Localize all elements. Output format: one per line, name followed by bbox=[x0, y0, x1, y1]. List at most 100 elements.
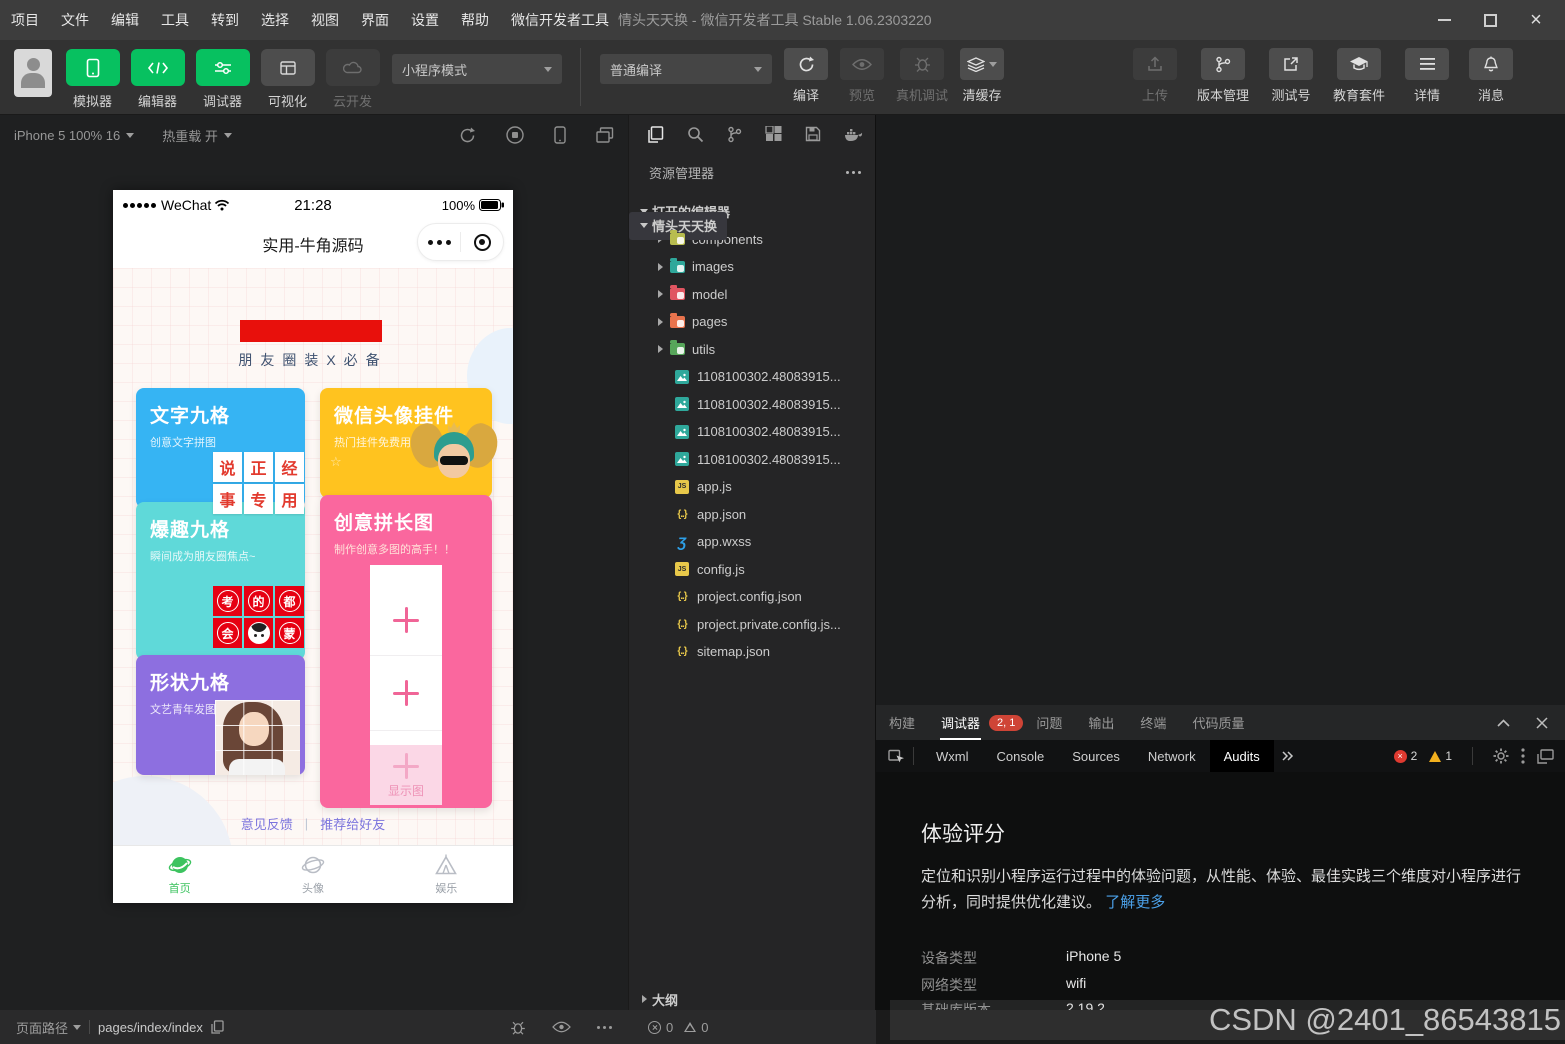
multi-window-icon[interactable] bbox=[596, 127, 614, 143]
minimize-button[interactable] bbox=[1421, 0, 1467, 40]
tree-file-config-js[interactable]: JSconfig.js bbox=[629, 556, 876, 584]
docker-icon[interactable] bbox=[844, 127, 863, 142]
plus-icon[interactable] bbox=[393, 680, 419, 706]
panel-tab-debugger[interactable]: 调试器 bbox=[928, 705, 993, 740]
tab-home[interactable]: 首页 bbox=[113, 846, 246, 903]
panel-tab-output[interactable]: 输出 bbox=[1075, 705, 1127, 740]
test-account-button[interactable]: 测试号 bbox=[1269, 48, 1313, 104]
tab-avatar[interactable]: 头像 bbox=[246, 846, 379, 903]
page-path: pages/index/index bbox=[98, 1020, 203, 1035]
collapse-icon[interactable] bbox=[1497, 719, 1510, 727]
devtools-tab-network[interactable]: Network bbox=[1134, 740, 1210, 772]
panel-tab-code-quality[interactable]: 代码质量 bbox=[1179, 705, 1257, 740]
page-path-dropdown[interactable]: 页面路径 bbox=[16, 1018, 81, 1037]
mode-select[interactable]: 小程序模式 bbox=[392, 54, 562, 84]
menu-item-project[interactable]: 项目 bbox=[0, 0, 50, 40]
menu-item-select[interactable]: 选择 bbox=[250, 0, 300, 40]
tree-image-file[interactable]: 1108100302.48083915... bbox=[629, 391, 876, 419]
menu-item-help[interactable]: 帮助 bbox=[450, 0, 500, 40]
tree-folder-images[interactable]: images bbox=[629, 253, 876, 281]
detail-button[interactable]: 详情 bbox=[1405, 48, 1449, 104]
tab-entertainment[interactable]: 娱乐 bbox=[380, 846, 513, 903]
tree-image-file[interactable]: 1108100302.48083915... bbox=[629, 418, 876, 446]
tree-file-app-wxss[interactable]: Ʒapp.wxss bbox=[629, 528, 876, 556]
visual-button[interactable]: 可视化 bbox=[259, 49, 316, 110]
compile-button[interactable]: 编译 bbox=[784, 48, 828, 104]
outline-section[interactable]: 大纲 bbox=[629, 987, 876, 1011]
tree-file-app-json[interactable]: {..}app.json bbox=[629, 501, 876, 529]
tree-file-project-private-config[interactable]: {..}project.private.config.js... bbox=[629, 611, 876, 639]
edu-suite-button[interactable]: 教育套件 bbox=[1333, 48, 1385, 104]
tree-folder-utils[interactable]: utils bbox=[629, 336, 876, 364]
tree-folder-pages[interactable]: pages bbox=[629, 308, 876, 336]
share-link[interactable]: 推荐给好友 bbox=[320, 814, 385, 833]
refresh-icon[interactable] bbox=[459, 127, 476, 144]
device-frame-icon[interactable] bbox=[554, 126, 566, 144]
eye-icon[interactable] bbox=[552, 1021, 571, 1033]
source-control-icon[interactable] bbox=[727, 126, 742, 143]
card-avatar-pendant[interactable]: 微信头像挂件 热门挂件免费用~ ☆ ☆ bbox=[320, 388, 492, 498]
panel-tab-build[interactable]: 构建 bbox=[876, 705, 928, 740]
menu-item-settings[interactable]: 设置 bbox=[400, 0, 450, 40]
compile-select[interactable]: 普通编译 bbox=[600, 54, 772, 84]
devtools-tab-sources[interactable]: Sources bbox=[1058, 740, 1134, 772]
more-tabs-icon[interactable] bbox=[1282, 751, 1294, 761]
error-counter[interactable]: × 2 bbox=[1394, 749, 1418, 763]
miniprogram-content: 朋友圈装X必备 文字九格 创意文字拼图 微信头像挂件 热门挂件免费用~ ☆ ☆ … bbox=[113, 268, 513, 845]
gear-icon[interactable] bbox=[1493, 748, 1509, 764]
warning-counter[interactable]: 1 bbox=[1429, 749, 1452, 763]
plus-icon[interactable] bbox=[393, 607, 419, 633]
menu-item-view[interactable]: 视图 bbox=[300, 0, 350, 40]
maximize-button[interactable] bbox=[1467, 0, 1513, 40]
hot-reload-toggle[interactable]: 热重载 开 bbox=[148, 126, 246, 145]
devtools-tab-audits[interactable]: Audits bbox=[1210, 740, 1274, 772]
more-menu-button[interactable] bbox=[418, 224, 460, 260]
devtools-tab-bar: Wxml Console Sources Network Audits × 2 … bbox=[876, 740, 1565, 772]
menu-item-goto[interactable]: 转到 bbox=[200, 0, 250, 40]
search-icon[interactable] bbox=[687, 126, 704, 143]
problems-indicator[interactable]: 0 0 bbox=[648, 1020, 708, 1035]
exit-button[interactable] bbox=[461, 224, 503, 260]
menu-item-tools[interactable]: 工具 bbox=[150, 0, 200, 40]
debugger-button[interactable]: 调试器 bbox=[194, 49, 251, 110]
undock-icon[interactable] bbox=[1537, 749, 1554, 764]
more-actions-icon[interactable] bbox=[597, 1026, 612, 1029]
bug-icon[interactable] bbox=[510, 1020, 526, 1035]
tree-image-file[interactable]: 1108100302.48083915... bbox=[629, 363, 876, 391]
user-avatar[interactable] bbox=[14, 49, 52, 97]
error-icon bbox=[648, 1021, 661, 1034]
kebab-menu-icon[interactable] bbox=[1521, 748, 1525, 764]
panel-tab-problems[interactable]: 问题 bbox=[1023, 705, 1075, 740]
feedback-link[interactable]: 意见反馈 bbox=[241, 814, 293, 833]
devtools-tab-console[interactable]: Console bbox=[983, 740, 1059, 772]
tree-file-app-js[interactable]: JSapp.js bbox=[629, 473, 876, 501]
menu-item-interface[interactable]: 界面 bbox=[350, 0, 400, 40]
menu-item-wechat-devtools[interactable]: 微信开发者工具 bbox=[500, 0, 620, 40]
tree-file-project-config[interactable]: {..}project.config.json bbox=[629, 583, 876, 611]
close-button[interactable]: × bbox=[1513, 0, 1559, 40]
message-button[interactable]: 消息 bbox=[1469, 48, 1513, 104]
simulator-button[interactable]: 模拟器 bbox=[64, 49, 121, 110]
inspect-icon[interactable] bbox=[888, 748, 905, 764]
editor-button[interactable]: 编辑器 bbox=[129, 49, 186, 110]
more-actions-icon[interactable] bbox=[846, 171, 861, 174]
copy-icon[interactable] bbox=[211, 1020, 224, 1034]
tree-folder-model[interactable]: model bbox=[629, 281, 876, 309]
extensions-icon[interactable] bbox=[765, 126, 782, 143]
tree-image-file[interactable]: 1108100302.48083915... bbox=[629, 446, 876, 474]
stop-icon[interactable] bbox=[506, 126, 524, 144]
ad-banner[interactable] bbox=[240, 320, 382, 342]
device-select[interactable]: iPhone 5 100% 16 bbox=[0, 128, 148, 143]
clear-cache-button[interactable]: 清缓存 bbox=[960, 48, 1004, 104]
files-icon[interactable] bbox=[647, 126, 664, 143]
learn-more-link[interactable]: 了解更多 bbox=[1105, 894, 1165, 911]
panel-tab-terminal[interactable]: 终端 bbox=[1127, 705, 1179, 740]
tree-file-sitemap[interactable]: {..}sitemap.json bbox=[629, 638, 876, 666]
close-panel-icon[interactable] bbox=[1536, 717, 1548, 729]
menu-item-file[interactable]: 文件 bbox=[50, 0, 100, 40]
version-control-button[interactable]: 版本管理 bbox=[1197, 48, 1249, 104]
capsule-menu[interactable] bbox=[417, 223, 504, 261]
devtools-tab-wxml[interactable]: Wxml bbox=[922, 740, 983, 772]
menu-item-edit[interactable]: 编辑 bbox=[100, 0, 150, 40]
save-icon[interactable] bbox=[805, 126, 821, 142]
